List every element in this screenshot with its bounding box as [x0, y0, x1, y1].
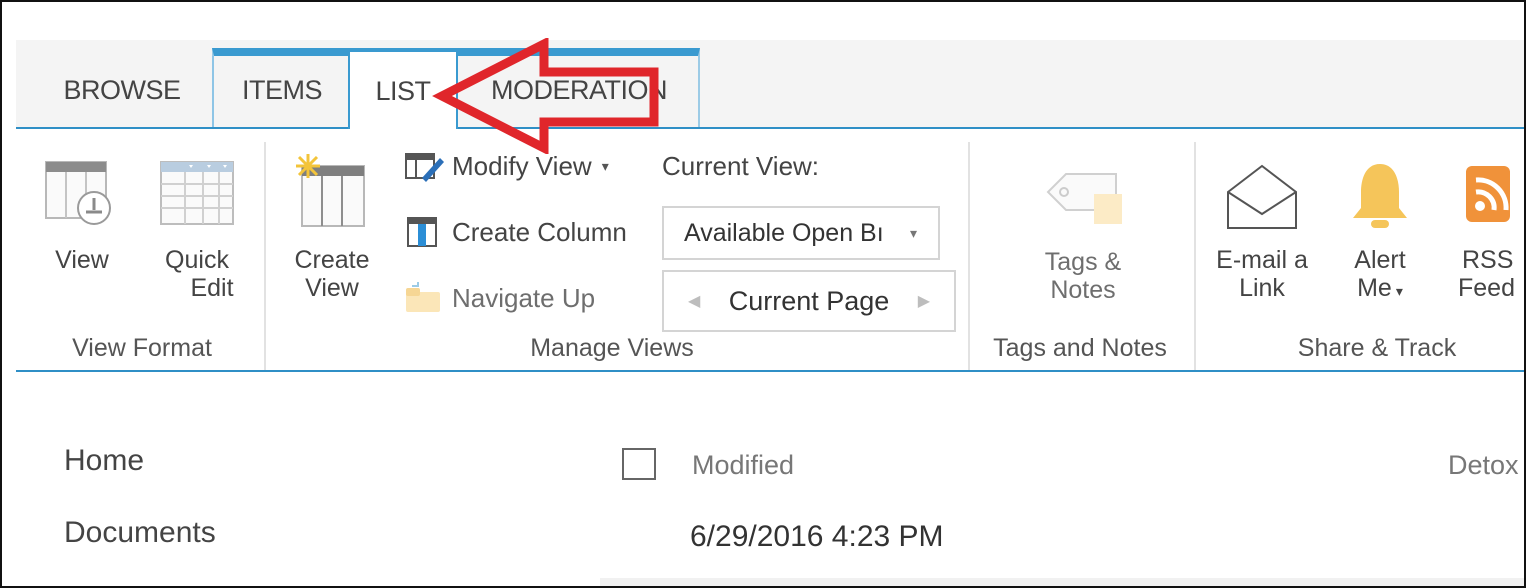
alert-me-label-line2: Me	[1357, 274, 1392, 302]
current-page-label: Current Page	[728, 285, 890, 316]
table-view-icon	[45, 161, 111, 225]
view-button[interactable]: View	[32, 158, 132, 274]
view-button-label: View	[55, 246, 109, 274]
create-view-label-line2: View	[305, 274, 359, 302]
ribbon-group-separator	[968, 142, 970, 370]
datasheet-icon	[160, 161, 234, 225]
tag-icon	[1046, 173, 1122, 224]
rss-icon	[1466, 166, 1510, 222]
group-label-share-track: Share & Track	[1297, 334, 1457, 362]
email-link-label-line1: E-mail a	[1216, 246, 1308, 274]
bell-icon	[1353, 164, 1407, 228]
column-header-modified-label: Modified	[692, 450, 795, 480]
current-view-label: Current View:	[662, 150, 820, 181]
screenshot-frame: BROWSE ITEMS LIST MODERATION View Quick …	[0, 0, 1526, 588]
nav-item-documents-label: Documents	[64, 516, 216, 549]
ribbon-group-separator	[1194, 142, 1196, 370]
table-row[interactable]	[600, 578, 1524, 586]
tags-notes-button[interactable]: Tags & Notes	[1018, 168, 1148, 304]
rss-feed-label-line1: RSS	[1462, 246, 1514, 274]
tab-items[interactable]: ITEMS	[216, 52, 348, 128]
modify-view-label: Modify View	[452, 150, 592, 181]
group-label-view-format: View Format	[72, 334, 212, 362]
current-view-label-container: Current View:	[662, 146, 819, 186]
chevron-down-icon: ▾	[1395, 283, 1403, 299]
nav-item-home-label: Home	[64, 444, 145, 477]
navigate-up-button[interactable]: Navigate Up	[404, 278, 595, 318]
table-cell-modified: 6/29/2016 4:23 PM	[690, 520, 944, 554]
create-view-button[interactable]: Create View	[278, 152, 386, 302]
column-header-detox-label: Detox	[1448, 450, 1519, 480]
current-page-pager[interactable]: ◀ Current Page ▶	[662, 270, 956, 332]
tab-browse-label: BROWSE	[63, 74, 181, 105]
column-header-modified[interactable]: Modified	[692, 450, 794, 481]
create-view-label-line1: Create	[294, 246, 370, 274]
tab-separator	[212, 56, 214, 128]
create-column-icon	[407, 217, 437, 247]
create-view-icon	[296, 154, 365, 227]
tags-notes-label-line1: Tags &	[1044, 248, 1122, 276]
tags-notes-label-line2: Notes	[1050, 276, 1116, 304]
tab-list-label: LIST	[375, 75, 431, 106]
rss-feed-label-line2: Feed	[1458, 274, 1515, 302]
ribbon-group-separator	[264, 142, 266, 370]
ribbon-bottom-border	[16, 370, 1524, 372]
current-view-dropdown[interactable]: Available Open Bı ▾	[662, 206, 940, 260]
alert-me-label-line1: Alert	[1354, 246, 1406, 274]
current-view-value: Available Open Bı	[684, 218, 884, 247]
email-link-label-line2: Link	[1239, 274, 1285, 302]
envelope-icon	[1227, 164, 1297, 229]
annotation-arrow-icon	[432, 38, 659, 154]
group-label-tags-notes: Tags and Notes	[993, 334, 1167, 362]
next-page-icon[interactable]: ▶	[918, 291, 930, 311]
previous-page-icon[interactable]: ◀	[688, 291, 700, 311]
nav-item-home[interactable]: Home	[64, 444, 144, 478]
group-label-manage-views: Manage Views	[530, 334, 694, 362]
email-link-button[interactable]: E-mail a Link	[1204, 162, 1320, 302]
navigate-up-label: Navigate Up	[452, 282, 596, 313]
quick-edit-label-line1: Quick	[165, 246, 229, 274]
modify-view-icon	[405, 153, 444, 182]
create-column-button[interactable]: Create Column	[404, 212, 627, 252]
tab-items-label: ITEMS	[241, 74, 323, 105]
alert-me-button[interactable]: Alert Me ▾	[1332, 162, 1428, 305]
create-column-label: Create Column	[452, 216, 627, 247]
column-header-detox[interactable]: Detox	[1448, 450, 1519, 481]
select-all-checkbox[interactable]	[622, 448, 656, 480]
rss-feed-button[interactable]: RSS Feed	[1450, 162, 1524, 302]
chevron-down-icon: ▾	[601, 157, 609, 174]
quick-edit-button[interactable]: Quick Edit	[142, 158, 252, 302]
table-cell-modified-value: 6/29/2016 4:23 PM	[690, 520, 944, 553]
nav-item-documents[interactable]: Documents	[64, 516, 216, 550]
alert-me-label-line2-container: Me ▾	[1332, 274, 1428, 305]
quick-edit-label-line2: Edit	[190, 274, 234, 302]
folder-up-icon	[406, 282, 440, 312]
chevron-down-icon: ▾	[910, 224, 918, 241]
tab-browse[interactable]: BROWSE	[42, 52, 202, 128]
